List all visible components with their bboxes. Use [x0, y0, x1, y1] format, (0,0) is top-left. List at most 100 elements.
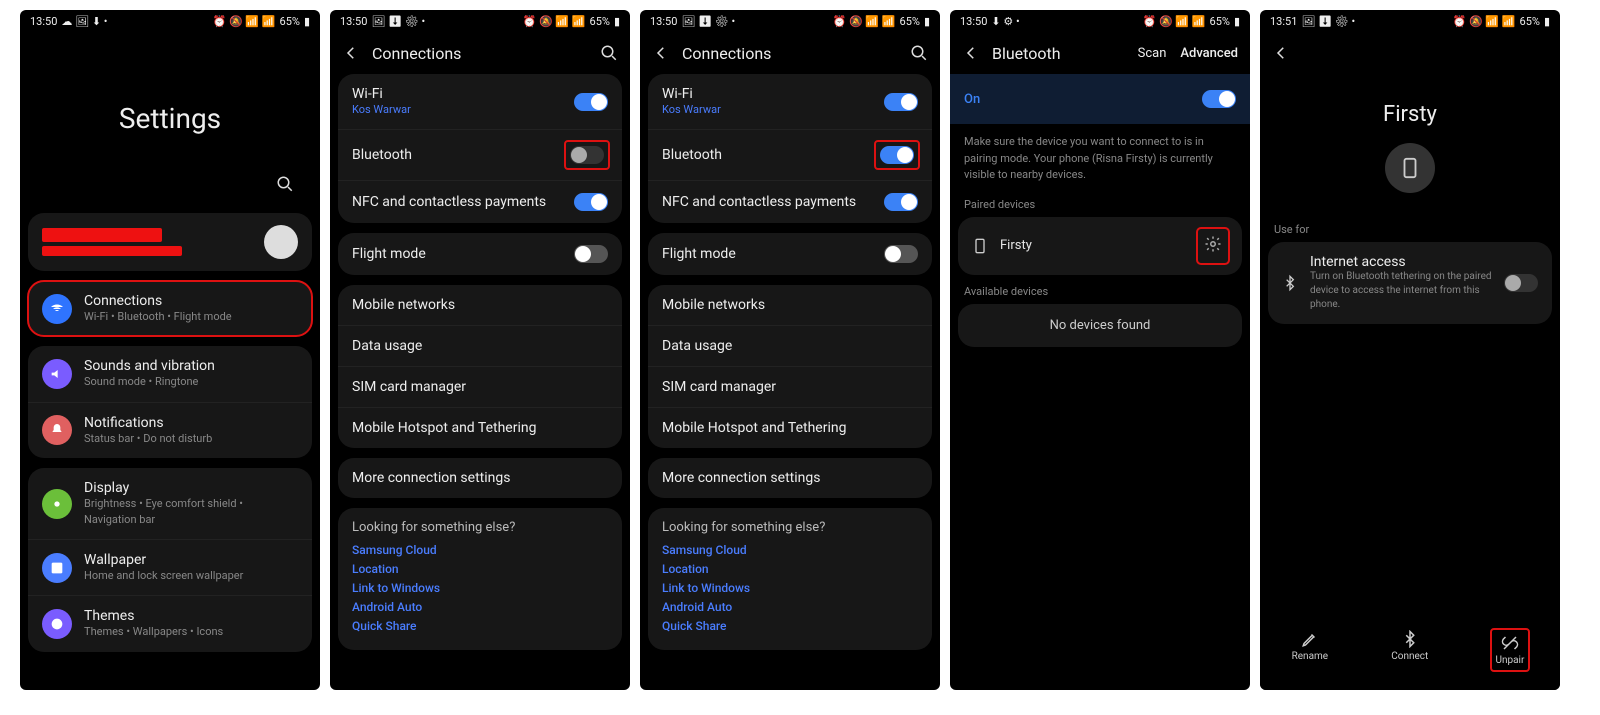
- page-title: Bluetooth: [992, 44, 1061, 63]
- back-icon[interactable]: [652, 44, 670, 62]
- link[interactable]: Location: [352, 562, 608, 576]
- paired-header: Paired devices: [950, 194, 1250, 217]
- wifi-toggle[interactable]: [574, 93, 608, 111]
- internet-access-toggle[interactable]: [1504, 274, 1538, 292]
- internet-access-row[interactable]: Internet access Turn on Bluetooth tether…: [1268, 242, 1552, 324]
- sun-icon: [42, 489, 72, 519]
- display-row[interactable]: DisplayBrightness • Eye comfort shield •…: [28, 468, 312, 540]
- available-header: Available devices: [950, 281, 1250, 304]
- back-icon[interactable]: [962, 44, 980, 62]
- list-item[interactable]: Data usage: [648, 326, 932, 367]
- connections-row-highlighted[interactable]: Connections Wi-Fi • Bluetooth • Flight m…: [28, 281, 312, 336]
- statusbar: 13:50☁ 🖼 ⬇ • ⏰ 🔕 📶 📶65%▮: [20, 10, 320, 32]
- link[interactable]: Android Auto: [352, 600, 608, 614]
- unpair-button-highlighted[interactable]: Unpair: [1492, 630, 1529, 670]
- statusbar: 13:51🖼 ⬇ ⚙ • ⏰ 🔕 📶 📶65%▮: [1260, 10, 1560, 32]
- more-row[interactable]: More connection settings: [648, 458, 932, 498]
- search-icon[interactable]: [910, 44, 928, 62]
- list-item[interactable]: Mobile networks: [338, 285, 622, 326]
- page-title: Connections: [682, 44, 771, 63]
- link[interactable]: Android Auto: [662, 600, 918, 614]
- wifi-row[interactable]: Wi-FiKos Warwar: [338, 74, 622, 130]
- bottom-actions: Rename Connect Unpair: [1260, 620, 1560, 690]
- nfc-toggle[interactable]: [884, 193, 918, 211]
- device-settings-highlighted: [1198, 229, 1228, 263]
- more-row[interactable]: More connection settings: [338, 458, 622, 498]
- advanced-button[interactable]: Advanced: [1180, 46, 1238, 61]
- list-item[interactable]: Data usage: [338, 326, 622, 367]
- link[interactable]: Samsung Cloud: [352, 543, 608, 557]
- phone-1: 13:50☁ 🖼 ⬇ • ⏰ 🔕 📶 📶65%▮ Settings Connec…: [20, 10, 320, 690]
- device-title: Firsty: [1260, 74, 1560, 133]
- flight-row[interactable]: Flight mode: [338, 233, 622, 275]
- phone-4: 13:50⬇ ⚙ • ⏰ 🔕 📶 📶65%▮ Bluetooth Scan Ad…: [950, 10, 1250, 690]
- sounds-row[interactable]: Sounds and vibrationSound mode • Rington…: [28, 346, 312, 402]
- palette-icon: [42, 609, 72, 639]
- profile-row[interactable]: [28, 213, 312, 271]
- looking-card: Looking for something else? Samsung Clou…: [338, 508, 622, 650]
- device-type-icon: [1385, 143, 1435, 193]
- wifi-row[interactable]: Wi-FiKos Warwar: [648, 74, 932, 130]
- profile-name-redacted: [42, 228, 162, 242]
- no-devices-found: No devices found: [958, 304, 1242, 347]
- bluetooth-master-toggle[interactable]: [1202, 90, 1236, 108]
- row-label: Connections: [84, 293, 298, 309]
- bell-icon: [42, 415, 72, 445]
- image-icon: [42, 553, 72, 583]
- statusbar: 13:50🖼 ⬇ ⚙ • ⏰ 🔕 📶 📶65%▮: [330, 10, 630, 32]
- rename-button[interactable]: Rename: [1292, 630, 1329, 670]
- gear-icon[interactable]: [1204, 235, 1222, 253]
- nfc-row[interactable]: NFC and contactless payments: [648, 181, 932, 223]
- back-icon[interactable]: [1272, 44, 1290, 62]
- flight-row[interactable]: Flight mode: [648, 233, 932, 275]
- link[interactable]: Link to Windows: [352, 581, 608, 595]
- scan-button[interactable]: Scan: [1138, 46, 1167, 61]
- wifi-icon: [42, 294, 72, 324]
- connect-button[interactable]: Connect: [1391, 630, 1428, 670]
- link[interactable]: Quick Share: [662, 619, 918, 633]
- profile-email-redacted: [42, 246, 182, 256]
- wifi-toggle[interactable]: [884, 93, 918, 111]
- bluetooth-row[interactable]: Bluetooth: [648, 130, 932, 181]
- bluetooth-row[interactable]: Bluetooth: [338, 130, 622, 181]
- back-icon[interactable]: [342, 44, 360, 62]
- battery: 65%: [280, 15, 300, 28]
- link[interactable]: Link to Windows: [662, 581, 918, 595]
- list-item[interactable]: Mobile networks: [648, 285, 932, 326]
- list-item[interactable]: Mobile Hotspot and Tethering: [648, 408, 932, 448]
- link[interactable]: Quick Share: [352, 619, 608, 633]
- bluetooth-on-row[interactable]: On: [950, 74, 1250, 124]
- phone-3: 13:50🖼 ⬇ ⚙ • ⏰ 🔕 📶 📶65%▮ Connections Wi-…: [640, 10, 940, 690]
- row-sub: Wi-Fi • Bluetooth • Flight mode: [84, 309, 298, 324]
- wallpaper-row[interactable]: WallpaperHome and lock screen wallpaper: [28, 540, 312, 596]
- nfc-toggle[interactable]: [574, 193, 608, 211]
- paired-device-row[interactable]: Firsty: [958, 217, 1242, 275]
- bluetooth-help-text: Make sure the device you want to connect…: [950, 124, 1250, 194]
- list-item[interactable]: SIM card manager: [648, 367, 932, 408]
- bluetooth-icon: [1282, 273, 1298, 293]
- bluetooth-toggle[interactable]: [880, 146, 914, 164]
- phone-icon: [972, 236, 988, 256]
- link[interactable]: Samsung Cloud: [662, 543, 918, 557]
- page-title: Connections: [372, 44, 461, 63]
- bluetooth-toggle[interactable]: [570, 146, 604, 164]
- flight-toggle[interactable]: [884, 245, 918, 263]
- avatar: [264, 225, 298, 259]
- use-for-header: Use for: [1260, 193, 1560, 242]
- link[interactable]: Location: [662, 562, 918, 576]
- phone-5: 13:51🖼 ⬇ ⚙ • ⏰ 🔕 📶 📶65%▮ Firsty Use for …: [1260, 10, 1560, 690]
- list-item[interactable]: Mobile Hotspot and Tethering: [338, 408, 622, 448]
- nfc-row[interactable]: NFC and contactless payments: [338, 181, 622, 223]
- phone-2: 13:50🖼 ⬇ ⚙ • ⏰ 🔕 📶 📶65%▮ Connections Wi-…: [330, 10, 630, 690]
- topbar: Connections: [330, 32, 630, 74]
- notifications-row[interactable]: NotificationsStatus bar • Do not disturb: [28, 403, 312, 458]
- statusbar: 13:50🖼 ⬇ ⚙ • ⏰ 🔕 📶 📶65%▮: [640, 10, 940, 32]
- list-item[interactable]: SIM card manager: [338, 367, 622, 408]
- flight-toggle[interactable]: [574, 245, 608, 263]
- themes-row[interactable]: ThemesThemes • Wallpapers • Icons: [28, 596, 312, 651]
- settings-title: Settings: [28, 32, 312, 175]
- search-icon[interactable]: [276, 175, 294, 193]
- statusbar: 13:50⬇ ⚙ • ⏰ 🔕 📶 📶65%▮: [950, 10, 1250, 32]
- sound-icon: [42, 359, 72, 389]
- search-icon[interactable]: [600, 44, 618, 62]
